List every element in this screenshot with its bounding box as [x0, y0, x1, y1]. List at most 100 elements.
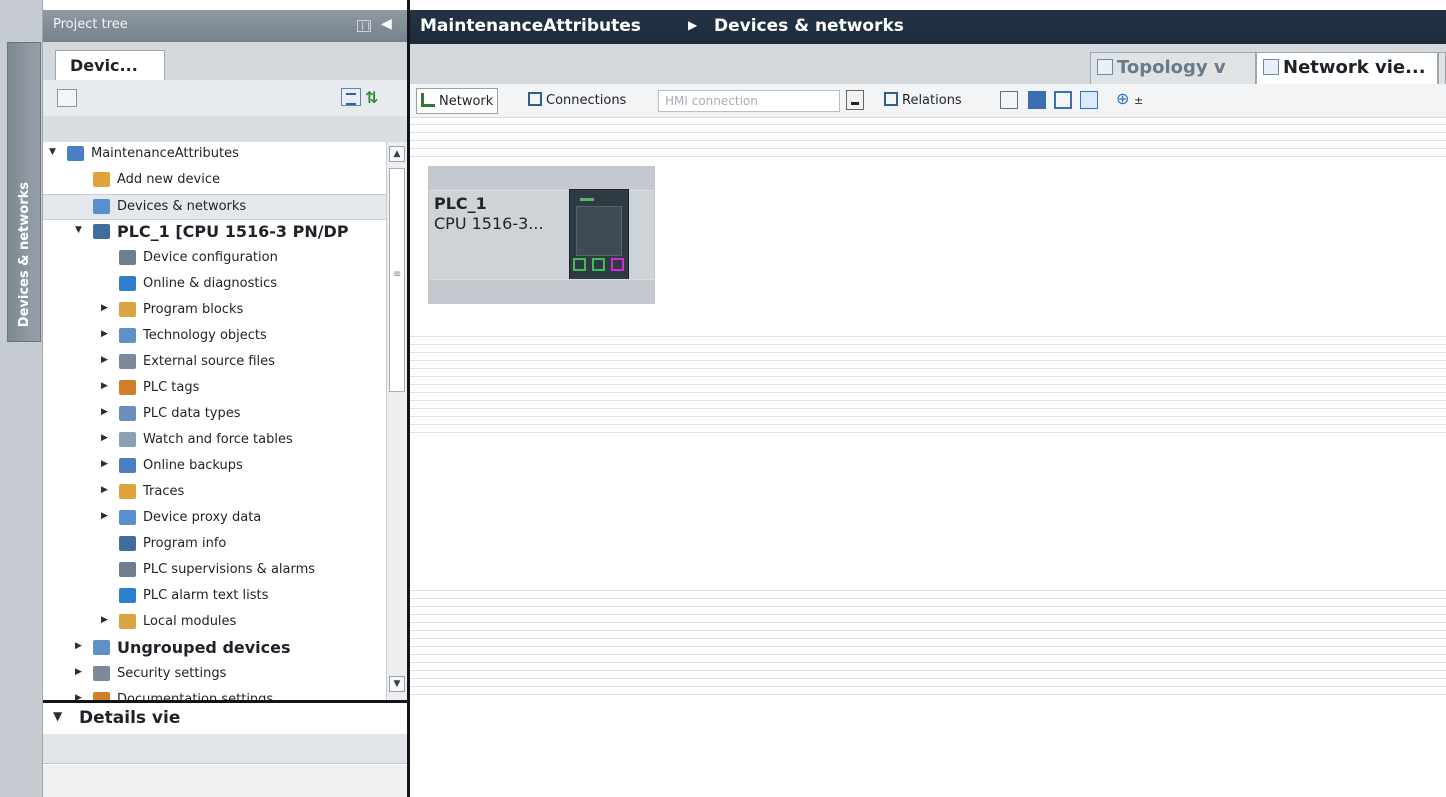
collapsed-arrow-icon[interactable]: ▶	[75, 693, 85, 700]
side-tab-devices-networks[interactable]: Devices & networks	[7, 42, 41, 342]
collapsed-arrow-icon[interactable]: ▶	[101, 485, 111, 499]
network-toolbar: Network Connections HMI connection Relat…	[410, 84, 1446, 118]
project-tree-tabs: Devic...	[43, 42, 407, 80]
canvas-guide-line	[410, 686, 1446, 687]
tree-item[interactable]: PLC alarm text lists	[43, 584, 386, 610]
expanded-arrow-icon[interactable]: ▼	[75, 225, 85, 239]
ungrouped-icon	[93, 640, 110, 655]
tree-item[interactable]: ▶ PLC tags	[43, 376, 386, 402]
sync-icon[interactable]: ⇅	[365, 88, 385, 107]
plc-icon	[93, 224, 110, 239]
canvas-guide-line	[410, 148, 1446, 149]
collapsed-arrow-icon[interactable]: ▶	[101, 329, 111, 343]
collapse-panel-icon[interactable]: ◀	[381, 16, 392, 32]
folder-traces-icon	[119, 484, 136, 499]
expanded-arrow-icon[interactable]: ▼	[49, 147, 59, 161]
tree-item[interactable]: ▶ Watch and force tables	[43, 428, 386, 454]
network-mode-button[interactable]: Network	[416, 88, 499, 114]
network-canvas[interactable]: PLC_1 CPU 1516-3...	[410, 118, 1446, 797]
grid-icon[interactable]	[1054, 91, 1072, 109]
tab-topology-view[interactable]: Topology v	[1090, 52, 1256, 84]
list-view-icon[interactable]	[341, 88, 361, 106]
collapsed-arrow-icon[interactable]: ▶	[75, 667, 85, 681]
connections-mode-button[interactable]: Connections	[524, 88, 630, 114]
zoom-options-icon[interactable]: ±	[1134, 94, 1152, 112]
toggle-panel-icon[interactable]	[1080, 91, 1098, 109]
collapsed-arrow-icon[interactable]: ▶	[101, 511, 111, 525]
collapsed-arrow-icon[interactable]: ▶	[101, 355, 111, 369]
tree-item[interactable]: Device configuration	[43, 246, 386, 272]
tree-item[interactable]: Devices & networks	[43, 194, 386, 220]
collapsed-arrow-icon[interactable]: ▶	[101, 459, 111, 473]
editor-title-bar: MaintenanceAttributes ▶ Devices & networ…	[410, 10, 1446, 44]
tree-item[interactable]: PLC supervisions & alarms	[43, 558, 386, 584]
tree-item-label: Online backups	[143, 458, 243, 473]
tree-item-label: Technology objects	[143, 328, 267, 343]
tree-item-label: Device proxy data	[143, 510, 262, 525]
relations-button[interactable]: Relations	[880, 88, 966, 114]
collapsed-arrow-icon[interactable]: ▶	[101, 433, 111, 447]
tree-item[interactable]: ▶ Security settings	[43, 662, 386, 688]
collapsed-arrow-icon[interactable]: ▶	[75, 641, 85, 655]
tree-item[interactable]: ▶ Local modules	[43, 610, 386, 636]
tab-topology-label: Topology v	[1117, 57, 1226, 78]
tree-item[interactable]: ▶ Online backups	[43, 454, 386, 480]
canvas-guide-line	[410, 654, 1446, 655]
canvas-guide-line	[410, 670, 1446, 671]
breadcrumb-project[interactable]: MaintenanceAttributes	[420, 16, 641, 36]
profibus-port-icon[interactable]	[611, 258, 624, 271]
dropdown-icon[interactable]	[846, 90, 864, 110]
tree-item[interactable]: ▶ Ungrouped devices	[43, 636, 386, 662]
tree-item-label: Add new device	[117, 172, 221, 187]
left-side-strip: Devices & networks	[0, 0, 43, 797]
tree-item[interactable]: Add new device	[43, 168, 386, 194]
details-view-header[interactable]: ▼ Details vie	[43, 700, 407, 734]
tree-item[interactable]: Online & diagnostics	[43, 272, 386, 298]
tab-device-view[interactable]	[1438, 52, 1446, 84]
tree-item[interactable]: ▶ Device proxy data	[43, 506, 386, 532]
tree-item[interactable]: Program info	[43, 532, 386, 558]
address-view-icon[interactable]	[1000, 91, 1018, 109]
overview-table-icon[interactable]	[1028, 91, 1046, 109]
scroll-down-icon[interactable]: ▼	[389, 676, 405, 692]
tab-network-view[interactable]: Network vie...	[1256, 52, 1438, 84]
collapsed-arrow-icon[interactable]: ▶	[101, 381, 111, 395]
canvas-guide-line	[410, 614, 1446, 615]
program-info-icon	[119, 536, 136, 551]
tab-devices[interactable]: Devic...	[55, 50, 165, 80]
cpu-module-icon[interactable]	[569, 189, 629, 281]
canvas-guide-line	[410, 598, 1446, 599]
canvas-guide-line	[410, 590, 1446, 591]
canvas-guide-line	[410, 132, 1446, 133]
tree-item[interactable]: ▶ External source files	[43, 350, 386, 376]
project-tree-scrollbar[interactable]: ▲ ▼	[386, 142, 407, 700]
scroll-thumb[interactable]	[389, 168, 405, 392]
scroll-up-icon[interactable]: ▲	[389, 146, 405, 162]
security-icon	[93, 666, 110, 681]
collapsed-arrow-icon[interactable]: ▶	[101, 303, 111, 317]
connection-type-select[interactable]: HMI connection	[658, 90, 840, 112]
tab-network-label: Network vie...	[1283, 57, 1426, 78]
pin-icon[interactable]	[357, 20, 371, 32]
tree-item[interactable]: ▶ Documentation settings	[43, 688, 386, 700]
tree-item[interactable]: ▶ Technology objects	[43, 324, 386, 350]
tree-item[interactable]: ▼ MaintenanceAttributes	[43, 142, 386, 168]
collapsed-arrow-icon[interactable]: ▶	[101, 407, 111, 421]
folder-modules-icon	[119, 614, 136, 629]
canvas-guide-line	[410, 384, 1446, 385]
tree-item[interactable]: ▶ Program blocks	[43, 298, 386, 324]
breadcrumb-separator-icon: ▶	[688, 18, 698, 32]
tree-item[interactable]: ▼ PLC_1 [CPU 1516-3 PN/DP	[43, 220, 386, 246]
profinet-port-icon[interactable]	[573, 258, 586, 271]
tree-item[interactable]: ▶ PLC data types	[43, 402, 386, 428]
zoom-icon[interactable]: ⊕	[1116, 89, 1134, 108]
canvas-guide-line	[410, 344, 1446, 345]
overview-icon[interactable]	[57, 89, 77, 107]
chevron-down-icon[interactable]: ▼	[53, 709, 62, 723]
tree-item[interactable]: ▶ Traces	[43, 480, 386, 506]
relations-label: Relations	[902, 93, 962, 108]
plc-device-box[interactable]: PLC_1 CPU 1516-3...	[428, 166, 655, 304]
editor-area: MaintenanceAttributes ▶ Devices & networ…	[410, 0, 1446, 797]
collapsed-arrow-icon[interactable]: ▶	[101, 615, 111, 629]
profinet-port-icon[interactable]	[592, 258, 605, 271]
